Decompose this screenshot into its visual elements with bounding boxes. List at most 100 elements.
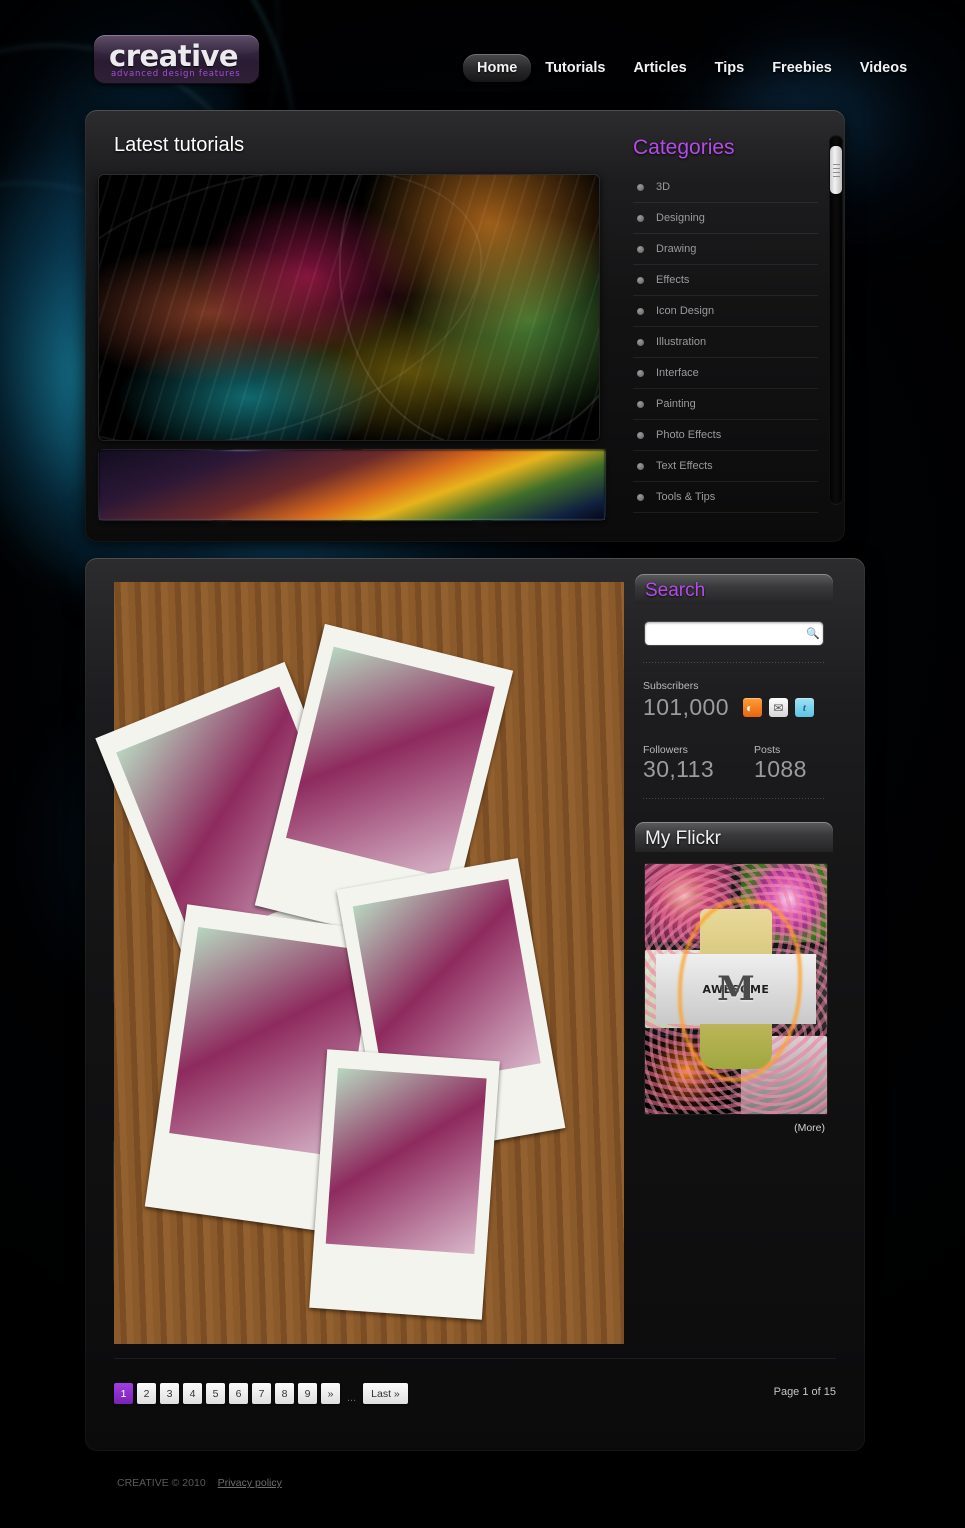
nav-item-home[interactable]: Home — [463, 54, 532, 82]
category-item-3d[interactable]: 3D — [633, 172, 818, 203]
site-header: creative advanced design features Home T… — [0, 0, 965, 100]
category-item-interface[interactable]: Interface — [633, 358, 818, 389]
main-navigation: Home Tutorials Articles Tips Freebies Vi… — [463, 54, 921, 82]
bullet-icon — [637, 245, 644, 253]
page-next-button[interactable]: » — [321, 1383, 340, 1404]
category-item-icon-design[interactable]: Icon Design — [633, 296, 818, 327]
main-panel: 50 Totally Free Lessons in Graphic Desig… — [85, 558, 865, 1451]
article-thumbnail[interactable] — [94, 582, 624, 1345]
flickr-title: My Flickr — [645, 828, 721, 849]
page-button-8[interactable]: 8 — [275, 1383, 294, 1404]
bullet-icon — [637, 493, 644, 501]
bullet-icon — [637, 183, 644, 191]
logo-wordmark: creative — [109, 39, 239, 73]
page-button-7[interactable]: 7 — [252, 1383, 271, 1404]
nav-item-tutorials[interactable]: Tutorials — [531, 54, 619, 82]
nav-item-articles[interactable]: Articles — [619, 54, 700, 82]
category-label: Painting — [656, 398, 696, 410]
subscribers-value: 101,000 — [643, 694, 729, 720]
categories-title: Categories — [633, 136, 735, 159]
category-item-tools-tips[interactable]: Tools & Tips — [633, 482, 818, 513]
followers-posts-block: Followers 30,113 Posts 1088 — [643, 744, 807, 783]
search-box[interactable]: 🔍 — [645, 622, 823, 645]
social-icons: ◐ ✉ t — [742, 698, 814, 717]
flickr-more-link[interactable]: (More) — [794, 1122, 825, 1134]
subscribers-block: Subscribers 101,000 ◐ ✉ t — [643, 680, 843, 721]
category-item-illustration[interactable]: Illustration — [633, 327, 818, 358]
page-button-1[interactable]: 1 — [114, 1383, 133, 1404]
page-button-4[interactable]: 4 — [183, 1383, 202, 1404]
scrollbar-thumb[interactable] — [830, 146, 842, 194]
flickr-widget: My Flickr AWESOME (More) — [635, 822, 833, 1162]
site-footer: CREATIVE © 2010 Privacy policy — [117, 1477, 282, 1489]
search-input[interactable] — [645, 627, 803, 640]
category-label: Illustration — [656, 336, 707, 348]
bullet-icon — [637, 369, 644, 377]
bullet-icon — [637, 307, 644, 315]
page-button-9[interactable]: 9 — [298, 1383, 317, 1404]
featured-image[interactable] — [99, 175, 599, 440]
category-label: Effects — [656, 274, 690, 286]
category-label: Icon Design — [656, 305, 715, 317]
pagination-divider — [114, 1358, 836, 1359]
nav-item-videos[interactable]: Videos — [846, 54, 921, 82]
subscribers-label: Subscribers — [643, 680, 699, 692]
twitter-icon[interactable]: t — [794, 698, 814, 717]
bullet-icon — [637, 400, 644, 408]
categories-widget: Categories 3D Designing Drawing Effects … — [633, 136, 818, 513]
search-widget: Search 🔍 — [635, 574, 833, 645]
nav-item-freebies[interactable]: Freebies — [758, 54, 846, 82]
posts-block: Posts 1088 — [754, 744, 807, 783]
page-button-2[interactable]: 2 — [137, 1383, 156, 1404]
category-item-text-effects[interactable]: Text Effects — [633, 451, 818, 482]
category-item-photo-effects[interactable]: Photo Effects — [633, 420, 818, 451]
category-item-painting[interactable]: Painting — [633, 389, 818, 420]
category-label: Interface — [656, 367, 699, 379]
page-button-5[interactable]: 5 — [206, 1383, 225, 1404]
search-title: Search — [645, 580, 706, 601]
nav-item-tips[interactable]: Tips — [701, 54, 759, 82]
followers-value: 30,113 — [643, 756, 715, 782]
page-button-3[interactable]: 3 — [160, 1383, 179, 1404]
pagination: 1 2 3 4 5 6 7 8 9 » ... Last » — [114, 1383, 408, 1404]
category-label: 3D — [656, 181, 671, 193]
featured-thumb-4[interactable] — [99, 450, 605, 520]
followers-block: Followers 30,113 — [643, 744, 714, 783]
rss-icon[interactable]: ◐ — [742, 698, 762, 717]
category-label: Designing — [656, 212, 705, 224]
category-label: Photo Effects — [656, 429, 722, 441]
featured-heading: Latest tutorials — [114, 134, 245, 156]
flickr-photo-6[interactable] — [741, 1036, 827, 1114]
pagination-info: Page 1 of 15 — [773, 1386, 836, 1398]
article-list: 50 Totally Free Lessons in Graphic Desig… — [94, 582, 624, 1345]
bullet-icon — [637, 338, 644, 346]
bullet-icon — [637, 276, 644, 284]
privacy-policy-link[interactable]: Privacy policy — [218, 1477, 282, 1489]
article-item: Quick Tip: Create a Set of Scattered Pol… — [94, 582, 624, 1345]
category-label: Tools & Tips — [656, 491, 716, 503]
featured-panel: Latest tutorials Categories 3D Designing — [85, 110, 845, 542]
posts-label: Posts — [754, 744, 781, 756]
stats-divider-top — [643, 662, 825, 663]
page-last-button[interactable]: Last » — [363, 1383, 408, 1404]
categories-scrollbar[interactable] — [829, 135, 843, 505]
logo-tagline: advanced design features — [111, 69, 241, 79]
category-item-drawing[interactable]: Drawing — [633, 234, 818, 265]
featured-thumbnail-strip — [99, 450, 605, 520]
posts-value: 1088 — [754, 756, 807, 782]
flickr-photo-grid: AWESOME — [645, 864, 827, 1114]
category-item-designing[interactable]: Designing — [633, 203, 818, 234]
search-icon[interactable]: 🔍 — [803, 627, 823, 640]
stats-divider-bottom — [643, 798, 825, 799]
bullet-icon — [637, 214, 644, 222]
followers-label: Followers — [643, 744, 688, 756]
page-button-6[interactable]: 6 — [229, 1383, 248, 1404]
site-logo[interactable]: creative advanced design features — [94, 35, 259, 84]
email-icon[interactable]: ✉ — [768, 698, 788, 717]
pagination-ellipsis: ... — [347, 1392, 357, 1404]
bullet-icon — [637, 431, 644, 439]
bullet-icon — [637, 462, 644, 470]
footer-copyright: CREATIVE © 2010 — [117, 1477, 206, 1489]
category-item-effects[interactable]: Effects — [633, 265, 818, 296]
category-label: Text Effects — [656, 460, 713, 472]
